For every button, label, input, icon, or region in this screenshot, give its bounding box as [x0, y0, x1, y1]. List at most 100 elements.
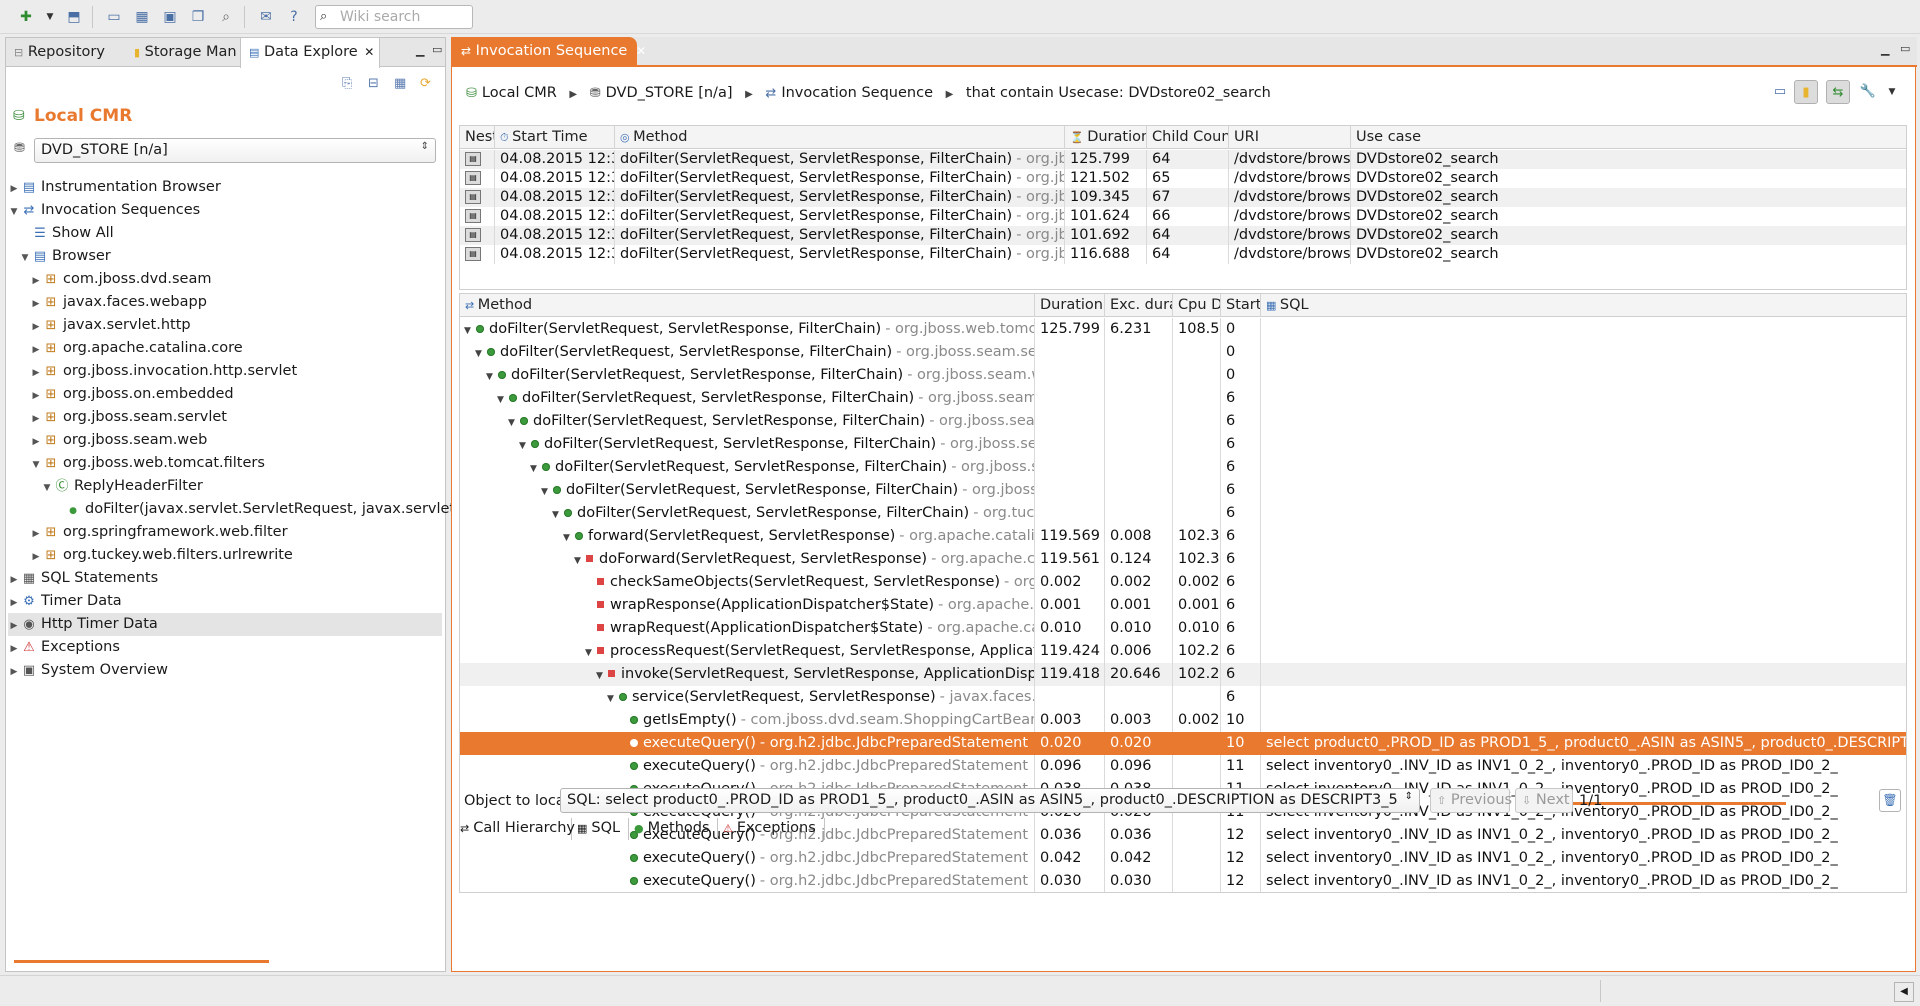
tab-call-hierarchy[interactable]: ⇄ Call Hierarchy — [456, 818, 575, 840]
tree-item[interactable]: ▶ ⊞ org.springframework.web.filter — [30, 521, 442, 544]
tree-item[interactable]: ▶ ⊞ org.jboss.seam.servlet — [30, 406, 442, 429]
column-header[interactable]: Use case — [1351, 126, 1906, 149]
storage-toggle-icon[interactable]: ▮ — [1794, 80, 1818, 104]
minimize-icon[interactable]: ▁ — [1881, 43, 1889, 56]
breadcrumb-cmr[interactable]: Local CMR — [482, 85, 557, 101]
tree-item[interactable]: ▶ ⊞ org.jboss.seam.web — [30, 429, 442, 452]
sync-icon[interactable]: ⇆ — [1826, 80, 1850, 104]
expand-toggle-icon[interactable]: ▶ — [8, 569, 20, 592]
storage-select[interactable]: DVD_STORE [n/a] ⇕ — [34, 138, 436, 163]
close-icon[interactable]: ✕ — [636, 44, 646, 58]
tree-item[interactable]: ▶ ⊞ org.jboss.on.embedded — [30, 383, 442, 406]
table-row[interactable]: ▤ 04.08.2015 12:33:36.0 doFilter(ServletRe… — [460, 245, 1906, 264]
trash-icon[interactable]: 🗑 — [1879, 789, 1901, 812]
table-row[interactable]: ▼ doFilter(ServletRequest, ServletRespons… — [460, 433, 1906, 456]
tab-repository[interactable]: ⊟ Repository — [6, 38, 122, 67]
expand-toggle-icon[interactable]: ▶ — [8, 661, 20, 684]
collapse-icon[interactable]: ⎘ — [342, 76, 352, 91]
table-row[interactable]: checkSameObjects(ServletRequest, Servlet… — [460, 571, 1906, 594]
expand-toggle-icon[interactable]: ▼ — [473, 343, 484, 364]
breadcrumb-view[interactable]: Invocation Sequence — [781, 85, 933, 101]
wiki-search-input[interactable] — [338, 8, 468, 26]
expand-toggle-icon[interactable]: ▶ — [30, 339, 42, 362]
tree-item[interactable]: ▶ ▤ Instrumentation Browser — [8, 176, 442, 199]
next-button[interactable]: ⇩ Next — [1515, 788, 1573, 813]
expand-toggle-icon[interactable]: ▼ — [30, 454, 42, 477]
column-header[interactable]: ▦ SQL — [1261, 294, 1906, 317]
expand-toggle-icon[interactable]: ▼ — [484, 366, 495, 387]
refresh-icon[interactable]: ⟳ — [420, 76, 431, 91]
tree-item[interactable]: ▶ ⊞ org.jboss.invocation.http.servlet — [30, 360, 442, 383]
table-row[interactable]: getIsEmpty() - com.jboss.dvd.seam.Shoppin… — [460, 709, 1906, 732]
status-menu-icon[interactable]: ◀ — [1894, 982, 1914, 1002]
new-dropdown-icon[interactable]: ▼ — [40, 7, 60, 27]
tree-item[interactable]: ▶ ⚠ Exceptions — [8, 636, 442, 659]
expand-toggle-icon[interactable]: ▶ — [30, 316, 42, 339]
minimize-icon[interactable]: ▁ — [416, 44, 424, 57]
tree-item[interactable]: ▶ ⊞ org.tuckey.web.filters.urlrewrite — [30, 544, 442, 567]
object-locate-select[interactable]: SQL: select product0_.PROD_ID as PROD1_5… — [560, 788, 1420, 813]
tab-data-explorer[interactable]: ▤ Data Explore ✕ — [240, 38, 380, 68]
wrench-icon[interactable]: 🔧 — [1856, 80, 1880, 104]
tree-item[interactable]: ▶ ⚙ Timer Data — [8, 590, 442, 613]
table-row[interactable]: ▼ invoke(ServletRequest, ServletResponse,… — [460, 663, 1906, 686]
table-row[interactable]: ▼ forward(ServletRequest, ServletResponse… — [460, 525, 1906, 548]
column-header[interactable]: Exc. dura — [1105, 294, 1173, 317]
previous-button[interactable]: ⇧ Previous — [1430, 788, 1512, 813]
expand-toggle-icon[interactable]: ▼ — [605, 688, 616, 709]
tree-item[interactable]: ▶ ⊞ com.jboss.dvd.seam — [30, 268, 442, 291]
table-row-selected[interactable]: executeQuery() - org.h2.jdbc.JdbcPrepared… — [460, 732, 1906, 755]
table-row[interactable]: ▤ 04.08.2015 12:33:48.6 doFilter(ServletRe… — [460, 169, 1906, 188]
tree-item[interactable]: ● doFilter(javax.servlet.ServletRequest, … — [52, 498, 771, 521]
expand-toggle-icon[interactable]: ▶ — [8, 615, 20, 638]
tab-exceptions[interactable]: ⚠ Exceptions — [719, 818, 825, 840]
maximize-icon[interactable]: ▭ — [1900, 42, 1910, 55]
tree-item[interactable]: ▼ ▤ Browser — [19, 245, 442, 268]
column-header[interactable]: ⏳ Duration (m — [1065, 126, 1147, 149]
maximize-icon[interactable]: ▭ — [432, 43, 442, 56]
table-row[interactable]: ▤ 04.08.2015 12:33:50.7 doFilter(ServletRe… — [460, 150, 1906, 169]
column-header[interactable]: ◎ Method — [615, 126, 1065, 149]
table-row[interactable]: ▼ doFilter(ServletRequest, ServletRespons… — [460, 456, 1906, 479]
column-header[interactable]: Start Delt — [1221, 294, 1261, 317]
tree-item[interactable]: ▶ ⊞ javax.faces.webapp — [30, 291, 442, 314]
table-row[interactable]: ▼ doFilter(ServletRequest, ServletRespons… — [460, 364, 1906, 387]
expand-toggle-icon[interactable]: ▶ — [30, 270, 42, 293]
magnify-icon[interactable]: ⌕ — [216, 7, 236, 27]
table-row[interactable]: ▼ doFilter(ServletRequest, ServletRespons… — [460, 410, 1906, 433]
table-row[interactable]: wrapRequest(ApplicationDispatcher$State)… — [460, 617, 1906, 640]
table-row[interactable]: wrapResponse(ApplicationDispatcher$State… — [460, 594, 1906, 617]
window-icon[interactable]: ▭ — [104, 7, 124, 27]
column-header[interactable]: Duration (m — [1035, 294, 1105, 317]
table-row[interactable]: ▼ doFilter(ServletRequest, ServletRespons… — [460, 387, 1906, 410]
expand-toggle-icon[interactable]: ▼ — [462, 320, 473, 341]
tab-sql[interactable]: ▦ SQL — [573, 818, 629, 840]
table-row[interactable]: executeQuery()- org.h2.jdbc.JdbcPrepared… — [460, 847, 1906, 870]
table-row[interactable]: ▼ doFilter(ServletRequest, ServletRespons… — [460, 479, 1906, 502]
mail-icon[interactable]: ✉ — [256, 7, 276, 27]
expand-toggle-icon[interactable]: ▼ — [19, 247, 31, 270]
column-header[interactable]: ⏱ Start Time — [495, 126, 615, 149]
column-header[interactable]: Cpu Dura — [1173, 294, 1221, 317]
column-header[interactable]: Child Count — [1147, 126, 1229, 149]
expand-toggle-icon[interactable]: ▼ — [495, 389, 506, 410]
table-row[interactable]: ▤ 04.08.2015 12:33:42.3 doFilter(ServletRe… — [460, 207, 1906, 226]
expand-toggle-icon[interactable]: ▶ — [8, 592, 20, 615]
expand-toggle-icon[interactable]: ▼ — [8, 201, 20, 224]
expand-toggle-icon[interactable]: ▶ — [8, 178, 20, 201]
tab-invocation-sequence[interactable]: ⇄ Invocation Sequence ✕ — [452, 37, 646, 67]
table-row[interactable]: ▼ doFilter(ServletRequest, ServletRespons… — [460, 502, 1906, 525]
close-icon[interactable]: ✕ — [364, 45, 374, 59]
expand-toggle-icon[interactable]: ▼ — [506, 412, 517, 433]
table-row[interactable]: executeQuery()- org.h2.jdbc.JdbcPrepared… — [460, 755, 1906, 778]
expand-toggle-icon[interactable]: ▼ — [517, 435, 528, 456]
expand-toggle-icon[interactable]: ▶ — [8, 638, 20, 661]
dashboard-icon[interactable]: ▦ — [132, 7, 152, 27]
layout-icon[interactable]: ▭ — [1768, 80, 1792, 104]
tree-item[interactable]: ▶ ◉ Http Timer Data — [8, 613, 442, 636]
column-header[interactable]: ⇄ Method — [460, 294, 1035, 317]
help-icon[interactable]: ? — [284, 7, 304, 27]
expand-toggle-icon[interactable]: ▶ — [30, 523, 42, 546]
table-row[interactable]: ▼ doFilter(ServletRequest, ServletRespons… — [460, 318, 1906, 341]
breadcrumb-storage[interactable]: DVD_STORE [n/a] — [606, 85, 733, 101]
